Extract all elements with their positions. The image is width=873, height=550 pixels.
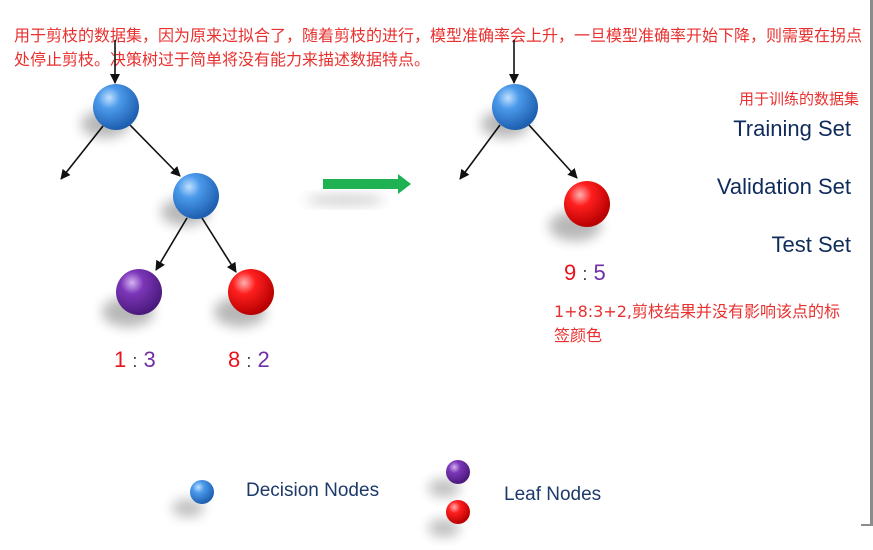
ratio-purple-count: 5 bbox=[593, 260, 606, 285]
edge-decision-to-red bbox=[201, 217, 237, 273]
ratio-red-count: 1 bbox=[114, 347, 127, 372]
training-set-label: Training Set bbox=[733, 116, 851, 141]
root-decision-node-after bbox=[492, 84, 538, 130]
ratio-red-count: 8 bbox=[228, 347, 241, 372]
legend-red-leaf-icon bbox=[446, 500, 470, 524]
tree-after-pruning bbox=[459, 40, 610, 241]
ratio-purple-count: 2 bbox=[257, 347, 270, 372]
ratio-separator: : bbox=[582, 264, 588, 284]
merged-leaf-ratio: 9 : 5 bbox=[564, 260, 606, 286]
purple-leaf-node bbox=[116, 269, 162, 315]
edge-root-to-decision bbox=[129, 124, 181, 177]
legend-decision-node-icon bbox=[190, 480, 214, 504]
slide-bottom-border bbox=[861, 524, 873, 526]
legend-leaf-label: Leaf Nodes bbox=[504, 484, 602, 505]
ratio-separator: : bbox=[246, 351, 252, 371]
legend-decision-label: Decision Nodes bbox=[246, 480, 380, 501]
root-decision-node bbox=[93, 84, 139, 130]
training-set-note: 用于训练的数据集 bbox=[738, 90, 859, 108]
validation-set-label: Validation Set bbox=[716, 174, 851, 199]
test-set-label: Test Set bbox=[771, 232, 851, 257]
pruning-note: 1+8:3+2,剪枝结果并没有影响该点的标签颜色 bbox=[554, 302, 841, 345]
inner-decision-node bbox=[173, 173, 219, 219]
ratio-separator: : bbox=[132, 351, 138, 371]
ratio-red-count: 9 bbox=[564, 260, 577, 285]
ratio-purple-count: 3 bbox=[143, 347, 156, 372]
pruning-diagram bbox=[60, 40, 610, 537]
left-leaf-ratio: 1 : 3 bbox=[114, 347, 156, 373]
red-leaf-node bbox=[228, 269, 274, 315]
legend-purple-leaf-icon bbox=[446, 460, 470, 484]
merged-red-leaf-node bbox=[564, 181, 610, 227]
right-leaf-ratio: 8 : 2 bbox=[228, 347, 270, 373]
transition-arrow bbox=[305, 174, 411, 205]
tree-before-pruning bbox=[60, 40, 274, 327]
edge-root-to-merged-leaf bbox=[528, 124, 578, 179]
